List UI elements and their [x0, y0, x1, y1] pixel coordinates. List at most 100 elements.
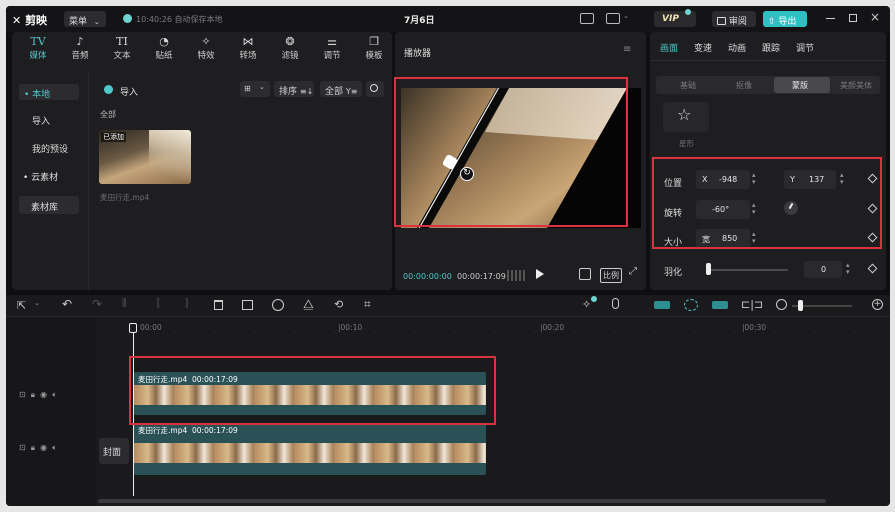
project-title: 7月6日: [404, 16, 435, 26]
keyboard-icon[interactable]: [580, 13, 594, 24]
sidebar-item-my-presets[interactable]: 我的预设: [32, 142, 68, 155]
play-icon[interactable]: [536, 269, 544, 279]
import-icon[interactable]: [104, 85, 113, 94]
linkage-icon[interactable]: [712, 301, 728, 309]
preview-axis-icon[interactable]: ⊏|⊐: [741, 298, 763, 311]
review-button[interactable]: 审阅: [712, 11, 756, 27]
main-track-magnet-icon[interactable]: [654, 301, 670, 309]
sidebar-item-cloud[interactable]: • 云素材: [23, 170, 58, 183]
feather-keyframe-icon[interactable]: [867, 263, 878, 274]
inspector-tab-adjust[interactable]: 调节: [796, 41, 814, 54]
inspector-tab-picture[interactable]: 画面: [660, 41, 678, 54]
media-thumbnail[interactable]: 已添加: [99, 130, 191, 184]
tab-transition[interactable]: ⋈ 转场: [228, 35, 268, 69]
player-menu-icon[interactable]: ≡: [623, 44, 631, 55]
total-time: 00:00:17:09: [457, 272, 506, 281]
lock-icon[interactable]: 🔒︎: [31, 443, 35, 452]
cover-button[interactable]: 封面: [99, 438, 129, 464]
fullscreen-crop-icon[interactable]: [579, 268, 591, 280]
undo-icon[interactable]: ↶: [62, 297, 72, 311]
text-icon: TI: [116, 35, 128, 48]
close-icon[interactable]: ×: [870, 10, 880, 24]
ruler-label: |00:30: [742, 323, 767, 332]
tab-sticker[interactable]: ◔ 贴纸: [144, 35, 184, 69]
layout-icon[interactable]: [606, 13, 620, 24]
toolbar-tabs: TV 媒体 ♪ 音频 TI 文本 ◔ 贴纸 ✧ 特效 ⋈ 转场 ❂ 滤镜 ⚌ 调节 ❐ 模板: [12, 32, 392, 70]
sort-button[interactable]: 排序 ≡↓: [274, 81, 314, 97]
menu-button[interactable]: 菜单 ⌄: [64, 11, 106, 27]
reverse-icon[interactable]: [272, 299, 284, 311]
export-button[interactable]: ⇧ 导出: [763, 11, 807, 27]
timeline-toolbar: ⇱ ⌄ ↶ ↷ ⫼ ⟦ ⟧ ⧋ ⟲ ⌗ ✧ ⊏|⊐ +: [6, 295, 890, 317]
sidebar-item-import[interactable]: 导入: [32, 114, 50, 127]
ratio-button[interactable]: 比例: [600, 268, 622, 283]
subtab-basic[interactable]: 基础: [680, 80, 696, 91]
sidebar-item-local[interactable]: • 本地: [19, 84, 79, 100]
timeline-scrollbar[interactable]: [98, 499, 826, 503]
tab-media[interactable]: TV 媒体: [18, 35, 58, 69]
sort-icon: ≡↓: [299, 87, 314, 96]
vip-label: VIP: [662, 14, 679, 24]
sticker-icon: ◔: [159, 35, 169, 48]
timecode-frames-icon: [507, 270, 525, 281]
track-toggle-icon[interactable]: ⊡: [19, 443, 26, 452]
search-icon: [370, 84, 378, 92]
mask-shape-label: 星形: [679, 139, 694, 148]
mirror-icon[interactable]: ⧋: [303, 297, 314, 312]
eye-icon[interactable]: ◉: [40, 390, 47, 399]
auto-snap-icon[interactable]: [684, 299, 698, 311]
expand-icon[interactable]: ⤢: [629, 266, 637, 277]
crop-icon[interactable]: ⌗: [364, 297, 371, 312]
track-toggle-icon[interactable]: ⊡: [19, 390, 26, 399]
tab-effects[interactable]: ✧ 特效: [186, 35, 226, 69]
sidebar-item-library[interactable]: 素材库: [19, 196, 79, 214]
import-button[interactable]: 导入: [120, 85, 138, 98]
feather-stepper-icon[interactable]: ▴ ▾: [846, 262, 850, 276]
tab-filter[interactable]: ❂ 滤镜: [270, 35, 310, 69]
eye-icon[interactable]: ◉: [40, 443, 47, 452]
audio-icon[interactable]: 🔈︎: [52, 390, 57, 399]
search-button[interactable]: [366, 81, 384, 97]
maximize-icon[interactable]: [849, 14, 857, 22]
timeline-clip-main[interactable]: 麦田行走.mp4 00:00:17:09: [134, 423, 486, 475]
mask-shape-star[interactable]: ☆: [663, 102, 709, 132]
freeze-frame-icon[interactable]: [242, 300, 253, 310]
chevron-down-icon: ⌄: [259, 83, 265, 91]
delete-icon[interactable]: [214, 300, 223, 310]
inspector-subtabs: 基础 抠像 蒙版 美颜美体: [656, 76, 880, 94]
subtab-mask[interactable]: 蒙版: [774, 77, 830, 93]
view-toggle-button[interactable]: ⊞ ⌄: [240, 81, 270, 97]
microphone-icon[interactable]: [612, 298, 619, 309]
timeline-ruler: 00:00 |00:10 |00:20 |00:30: [134, 321, 890, 337]
ruler-label: |00:20: [540, 323, 565, 332]
rotate-icon[interactable]: ⟲: [334, 298, 343, 311]
subtab-beauty[interactable]: 美颜美体: [840, 80, 872, 91]
tab-text[interactable]: TI 文本: [102, 35, 142, 69]
tab-audio[interactable]: ♪ 音频: [60, 35, 100, 69]
tab-template[interactable]: ❐ 模板: [354, 35, 394, 69]
inspector-tab-animation[interactable]: 动画: [728, 41, 746, 54]
grid-view-icon: ⊞: [244, 84, 251, 93]
feather-slider-track[interactable]: [706, 269, 788, 271]
cursor-chevron-icon[interactable]: ⌄: [34, 299, 40, 307]
filter-button[interactable]: 全部 Y≡: [320, 81, 362, 97]
inspector-tab-tracking[interactable]: 跟踪: [762, 41, 780, 54]
tab-adjust[interactable]: ⚌ 调节: [312, 35, 352, 69]
feather-field[interactable]: 0: [804, 261, 842, 278]
lock-icon[interactable]: 🔒︎: [31, 390, 35, 399]
select-cursor-icon[interactable]: ⇱: [17, 299, 26, 312]
zoom-in-icon[interactable]: +: [872, 299, 883, 310]
minimize-icon[interactable]: [826, 18, 835, 19]
subtab-cutout[interactable]: 抠像: [736, 80, 752, 91]
zoom-slider-handle[interactable]: [798, 300, 803, 311]
playhead-handle[interactable]: [129, 323, 137, 333]
template-icon: ❐: [369, 35, 379, 48]
zoom-out-icon[interactable]: [776, 299, 787, 310]
feather-slider-handle[interactable]: [706, 263, 711, 275]
layout-chevron-icon[interactable]: ⌄: [623, 12, 629, 20]
tab-label: 滤镜: [281, 51, 299, 61]
auto-caption-icon[interactable]: ✧: [582, 298, 591, 311]
inspector-tab-speed[interactable]: 变速: [694, 41, 712, 54]
audio-icon[interactable]: 🔈︎: [52, 443, 57, 452]
tabs-divider: [650, 60, 886, 61]
